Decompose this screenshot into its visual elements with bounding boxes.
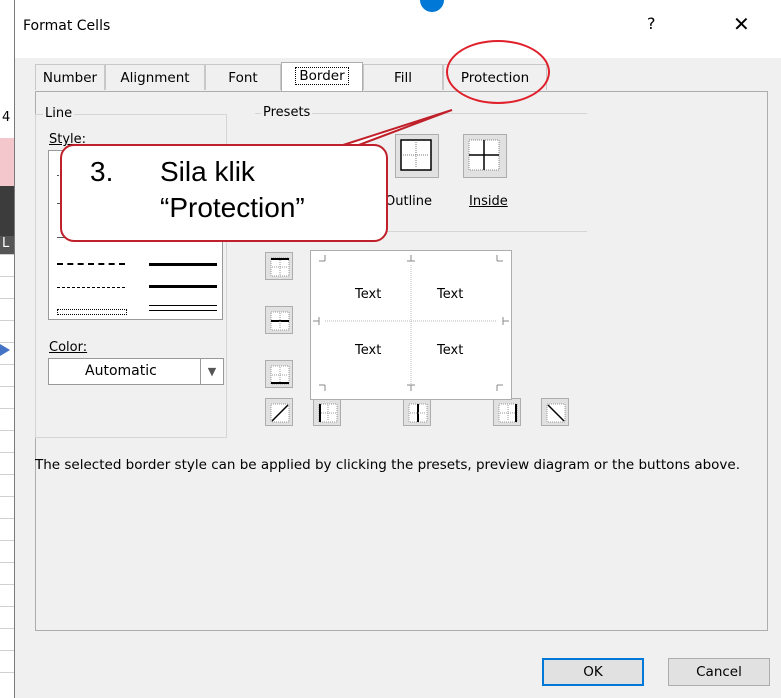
border-diagonal-up-button[interactable] bbox=[265, 398, 293, 426]
sheet-cell bbox=[0, 584, 14, 607]
tab-alignment[interactable]: Alignment bbox=[105, 64, 205, 90]
sheet-cell bbox=[0, 408, 14, 431]
preset-inside-button[interactable] bbox=[463, 134, 507, 178]
sheet-cell-highlighted bbox=[0, 138, 14, 187]
border-left-button[interactable] bbox=[313, 398, 341, 426]
preview-cell-text: Text bbox=[355, 287, 382, 302]
border-bottom-button[interactable] bbox=[265, 360, 293, 388]
diagonal-down-icon bbox=[546, 403, 566, 423]
excel-indicator-icon bbox=[420, 0, 444, 12]
tab-border[interactable]: Border bbox=[281, 62, 363, 92]
border-middle-horizontal-button[interactable] bbox=[265, 306, 293, 334]
line-style-option[interactable] bbox=[57, 287, 125, 288]
callout-text-line2: “Protection” bbox=[160, 192, 305, 223]
preset-outline-button[interactable] bbox=[395, 134, 439, 178]
sheet-cell bbox=[0, 276, 14, 299]
dialog-titlebar: Format Cells ? ✕ bbox=[15, 0, 781, 58]
line-style-option[interactable] bbox=[149, 305, 217, 311]
preset-outline-label: Outline bbox=[385, 194, 433, 209]
presets-group-label: Presets bbox=[261, 105, 313, 120]
border-preview[interactable]: Text Text Text Text bbox=[310, 250, 512, 400]
dialog-title: Format Cells bbox=[23, 18, 111, 34]
sheet-cell-text: L bbox=[2, 236, 10, 251]
spreadsheet-background: 4 L bbox=[0, 0, 14, 698]
border-left-icon bbox=[318, 403, 338, 423]
sheet-cell bbox=[0, 364, 14, 387]
inside-icon bbox=[468, 139, 500, 171]
tab-label: Font bbox=[228, 70, 258, 86]
line-group-label: Line bbox=[43, 106, 75, 121]
tab-fill[interactable]: Fill bbox=[363, 64, 443, 90]
sheet-cell bbox=[0, 650, 14, 673]
preview-cell-text: Text bbox=[437, 343, 464, 358]
callout-text-line1: Sila klik bbox=[160, 156, 255, 187]
ok-button[interactable]: OK bbox=[542, 658, 644, 686]
sheet-cell bbox=[0, 320, 14, 343]
sheet-cell: L bbox=[0, 236, 14, 255]
sheet-cell bbox=[0, 452, 14, 475]
color-label: Color: bbox=[47, 340, 90, 355]
tab-number[interactable]: Number bbox=[35, 64, 105, 90]
sheet-cell bbox=[0, 298, 14, 321]
sheet-cell bbox=[0, 342, 14, 365]
sheet-cell: 4 bbox=[0, 100, 14, 139]
line-style-option[interactable] bbox=[57, 263, 125, 265]
sheet-cell bbox=[0, 430, 14, 453]
border-right-button[interactable] bbox=[493, 398, 521, 426]
sheet-cell bbox=[0, 386, 14, 409]
callout-step-number: 3. bbox=[90, 156, 114, 187]
preset-inside-label: Inside bbox=[469, 194, 508, 209]
line-style-option[interactable] bbox=[57, 309, 127, 315]
tab-font[interactable]: Font bbox=[205, 64, 281, 90]
preview-cell-text: Text bbox=[355, 343, 382, 358]
outline-icon bbox=[400, 139, 432, 171]
sheet-cell bbox=[0, 254, 14, 277]
border-description-text: The selected border style can be applied… bbox=[35, 457, 741, 473]
border-top-icon bbox=[270, 257, 290, 277]
border-middle-horizontal-icon bbox=[270, 311, 290, 331]
help-button[interactable]: ? bbox=[647, 14, 656, 33]
border-right-icon bbox=[498, 403, 518, 423]
color-dropdown-value: Automatic bbox=[85, 363, 157, 379]
protection-tab-highlight bbox=[446, 40, 550, 104]
border-diagonal-down-button[interactable] bbox=[541, 398, 569, 426]
line-style-option[interactable] bbox=[149, 263, 217, 266]
tab-label: Alignment bbox=[120, 70, 190, 86]
chevron-down-icon[interactable]: ▼ bbox=[200, 359, 223, 384]
diagonal-up-icon bbox=[270, 403, 290, 423]
sheet-cell bbox=[0, 518, 14, 541]
sheet-dark-cell bbox=[0, 186, 14, 237]
border-middle-vertical-button[interactable] bbox=[403, 398, 431, 426]
tab-label: Fill bbox=[393, 70, 413, 86]
sheet-cell bbox=[0, 496, 14, 519]
sheet-cell bbox=[0, 606, 14, 629]
sheet-cell bbox=[0, 562, 14, 585]
color-dropdown[interactable]: Automatic ▼ bbox=[48, 358, 224, 385]
sheet-cell-text: 4 bbox=[2, 110, 11, 125]
sheet-cell bbox=[0, 628, 14, 651]
tab-label: Number bbox=[42, 70, 98, 86]
line-style-option[interactable] bbox=[149, 285, 217, 288]
preview-cell-text: Text bbox=[437, 287, 464, 302]
close-button[interactable]: ✕ bbox=[733, 12, 750, 36]
border-top-button[interactable] bbox=[265, 252, 293, 280]
border-middle-vertical-icon bbox=[408, 403, 428, 423]
border-bottom-icon bbox=[270, 365, 290, 385]
preview-grid bbox=[313, 255, 509, 391]
cancel-button[interactable]: Cancel bbox=[668, 658, 770, 686]
format-cells-dialog: Format Cells ? ✕ Number Alignment Font B… bbox=[14, 0, 781, 698]
instruction-callout: 3. Sila klik “Protection” bbox=[60, 144, 388, 242]
tab-label: Border bbox=[295, 67, 349, 85]
sheet-cell bbox=[0, 540, 14, 563]
sheet-cell bbox=[0, 474, 14, 497]
